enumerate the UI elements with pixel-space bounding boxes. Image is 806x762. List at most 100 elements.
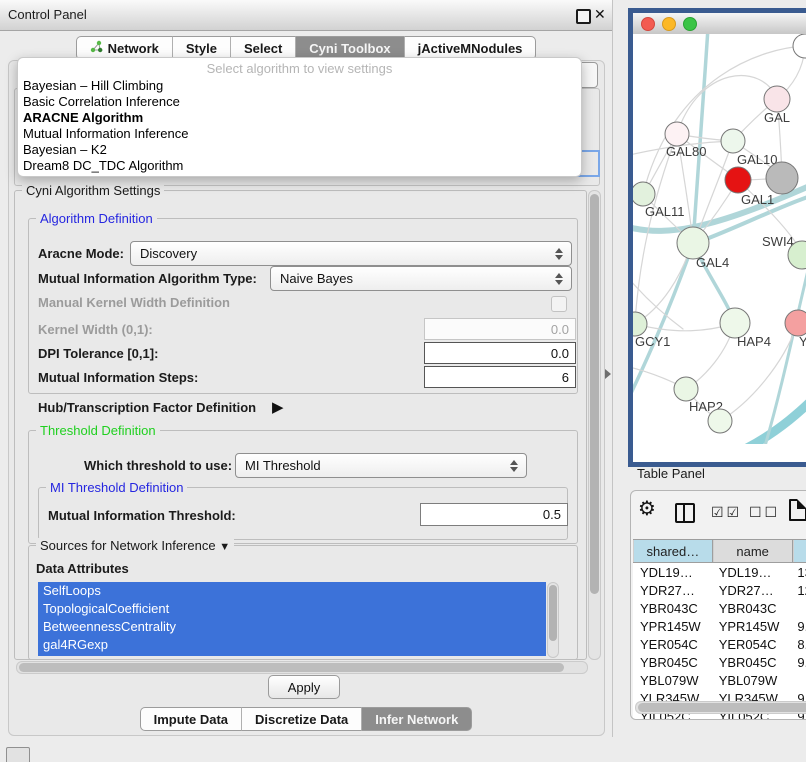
table-cell: YDL19… [633,563,712,581]
collapse-arrow-icon[interactable]: ▼ [219,541,230,553]
attribute-item-gal4rgexp[interactable]: gal4RGexp [38,636,546,654]
network-graph[interactable]: GALGAL80GAL10GAL1GAL11GAL4SWI4GCY1HAP4YH… [633,34,806,444]
dropdown-item-bayesian-k2[interactable]: Bayesian – K2 [18,142,581,158]
network-node-y[interactable] [785,310,806,336]
aracne-mode-label: Aracne Mode: [38,246,124,261]
mi-threshold-field[interactable]: 0.5 [420,503,568,526]
export-table-icon[interactable] [789,499,806,521]
table-cell: YER054C [712,635,791,653]
network-node-gcy1[interactable] [633,312,647,336]
table-row[interactable]: YDR27…YDR27…12 [633,581,806,599]
settings-horizontal-scrollbar[interactable] [16,661,588,674]
table-cell: 8. [790,635,806,653]
network-canvas[interactable]: GALGAL80GAL10GAL1GAL11GAL4SWI4GCY1HAP4YH… [633,34,806,462]
bottom-tab-label: Infer Network [375,712,458,727]
dropdown-item-aracne-algorithm[interactable]: ARACNE Algorithm [18,110,581,126]
minimize-traffic-light-icon[interactable] [662,17,676,31]
network-node[interactable] [708,409,732,433]
dropdown-items: Bayesian – Hill ClimbingBasic Correlatio… [18,78,581,174]
bottom-tab-label: Discretize Data [255,712,348,727]
table-row[interactable]: YPR145WYPR145W9. [633,617,806,635]
table-cell [790,671,806,689]
select-all-checkboxes-icon[interactable]: ☑☑ [711,504,742,521]
network-node-gal[interactable] [764,86,790,112]
attribute-item-topologicalcoefficient[interactable]: TopologicalCoefficient [38,600,546,618]
settings-hscrollbar-thumb[interactable] [19,663,564,672]
column-header-shared[interactable]: shared… [633,540,713,562]
which-threshold-combo[interactable]: MI Threshold [235,453,527,478]
mi-type-label: Mutual Information Algorithm Type: [38,271,257,286]
node-label-swi4: SWI4 [762,234,794,249]
network-window-titlebar [633,13,806,35]
sources-label: Sources for Network Inference [40,538,216,553]
mi-threshold-definition-label: MI Threshold Definition [46,480,187,495]
attributes-scrollbar-thumb[interactable] [549,585,557,641]
stepper-arrows-icon [506,460,522,472]
table-cell: 9. [790,653,806,671]
algorithm-dropdown: Select algorithm to view settings Bayesi… [17,57,582,177]
network-node[interactable] [766,162,798,194]
aracne-mode-value: Discovery [131,246,551,261]
table-cell: 12 [790,581,806,599]
deselect-all-checkboxes-icon[interactable]: ☐☐ [749,504,780,521]
zoom-traffic-light-icon[interactable] [683,17,697,31]
table-row[interactable]: YER054CYER054C8. [633,635,806,653]
dropdown-item-bayesian-hill-climbing[interactable]: Bayesian – Hill Climbing [18,78,581,94]
manual-kernel-label: Manual Kernel Width Definition [38,295,230,310]
apply-button[interactable]: Apply [268,675,340,699]
node-table-header: shared…nameA [633,539,806,563]
table-cell: YPR145W [712,617,791,635]
table-cell: YBR043C [712,599,791,617]
network-node-gal11[interactable] [633,182,655,206]
network-node-gal10[interactable] [721,129,745,153]
attribute-item-selfloops[interactable]: SelfLoops [38,582,546,600]
table-horizontal-scrollbar[interactable] [635,701,806,714]
table-cell: YER054C [633,635,712,653]
aracne-mode-combo[interactable]: Discovery [130,241,572,266]
table-cell: YBL079W [633,671,712,689]
column-header-name[interactable]: name [713,540,793,562]
splitter-collapse-icon[interactable] [605,369,611,379]
table-panel: ⚙ ☑☑ ☐☐ shared…nameA YDL19…YDL19…13YDR27… [630,490,806,720]
close-traffic-light-icon[interactable] [641,17,655,31]
table-row[interactable]: YDL19…YDL19…13 [633,563,806,581]
table-row[interactable]: YBL079WYBL079W [633,671,806,689]
dropdown-item-mutual-information-inference[interactable]: Mutual Information Inference [18,126,581,142]
network-view-window: GALGAL80GAL10GAL1GAL11GAL4SWI4GCY1HAP4YH… [628,8,806,467]
close-icon[interactable]: ✕ [594,6,606,23]
minimized-panel-icon[interactable] [6,747,30,762]
cyni-algorithm-settings-label: Cyni Algorithm Settings [22,183,164,198]
columns-icon[interactable] [675,503,695,523]
node-label-gal10: GAL10 [737,152,777,167]
hub-definition-label[interactable]: Hub/Transcription Factor Definition [38,400,256,415]
dpi-tolerance-field[interactable]: 0.0 [424,342,576,364]
bottom-tab-impute-data[interactable]: Impute Data [140,707,241,731]
attribute-item-betweennesscentrality[interactable]: BetweennessCentrality [38,618,546,636]
network-node-gal80[interactable] [665,122,689,146]
settings-vertical-scrollbar[interactable] [588,190,601,660]
bottom-tab-discretize-data[interactable]: Discretize Data [241,707,361,731]
bottom-tab-infer-network[interactable]: Infer Network [361,707,472,731]
table-row[interactable]: YBR043CYBR043C [633,599,806,617]
network-node[interactable] [793,34,806,58]
table-row[interactable]: YBR045CYBR045C9. [633,653,806,671]
dropdown-item-basic-correlation-inference[interactable]: Basic Correlation Inference [18,94,581,110]
mi-threshold-label: Mutual Information Threshold: [48,508,236,523]
sources-label-wrap: Sources for Network Inference ▼ [36,538,234,553]
attributes-scrollbar[interactable] [547,582,559,658]
settings-scrollbar-thumb[interactable] [590,194,599,594]
gear-icon[interactable]: ⚙ [638,499,656,519]
dropdown-item-dream8-dc-tdc-algorithm[interactable]: Dream8 DC_TDC Algorithm [18,158,581,174]
network-node[interactable] [725,167,751,193]
column-header-a[interactable]: A [793,540,806,562]
manual-kernel-checkbox[interactable] [551,296,567,312]
network-node-hap2[interactable] [674,377,698,401]
float-window-icon[interactable] [576,9,591,24]
mi-steps-field[interactable]: 6 [424,366,576,388]
table-hscrollbar-thumb[interactable] [638,703,806,712]
kernel-width-field[interactable]: 0.0 [424,318,576,340]
expand-arrow-icon[interactable]: ▶ [272,398,284,416]
mi-type-combo[interactable]: Naive Bayes [270,266,572,291]
table-cell: YDR27… [712,581,791,599]
node-table-body: YDL19…YDL19…13YDR27…YDR27…12YBR043CYBR04… [633,563,806,720]
